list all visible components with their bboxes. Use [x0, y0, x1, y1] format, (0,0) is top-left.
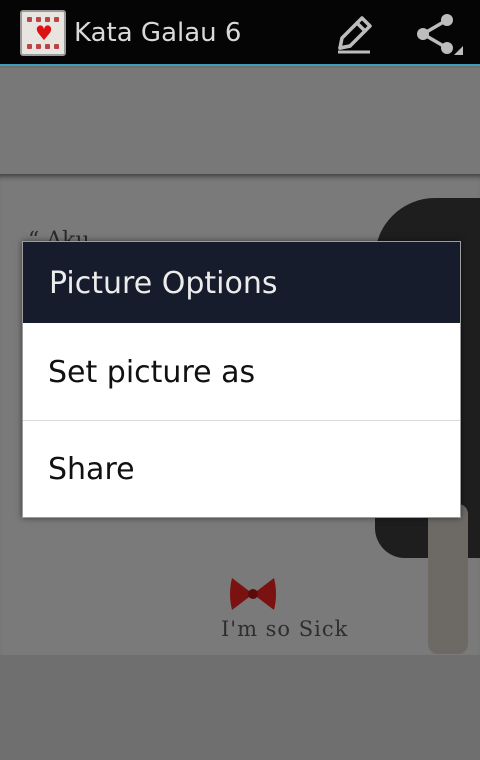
icon-decoration	[27, 17, 32, 22]
bottom-area	[0, 655, 480, 760]
screen: ♥ Kata Galau 6 I'm so Sick Picture Optio…	[0, 0, 480, 760]
icon-decoration	[54, 44, 59, 49]
dialog-title: Picture Options	[49, 266, 278, 301]
picture-options-dialog: Picture Options Set picture as Share	[22, 241, 461, 518]
heart-icon: ♥	[35, 21, 53, 45]
edit-button[interactable]	[326, 8, 382, 60]
bow-icon	[230, 578, 276, 610]
icon-decoration	[54, 17, 59, 22]
picture-figure-leg	[428, 504, 468, 654]
overflow-indicator-icon	[454, 46, 463, 55]
top-banner	[0, 68, 480, 174]
icon-decoration	[27, 44, 32, 49]
pencil-icon	[338, 16, 372, 54]
picture-caption: I'm so Sick	[221, 617, 349, 641]
dialog-header: Picture Options	[23, 242, 460, 323]
app-title: Kata Galau 6	[74, 18, 242, 48]
set-picture-as-option[interactable]: Set picture as	[23, 324, 460, 421]
option-label: Set picture as	[48, 355, 256, 390]
option-label: Share	[48, 452, 135, 487]
action-bar: ♥ Kata Galau 6	[0, 0, 480, 66]
share-option[interactable]: Share	[23, 421, 460, 517]
app-launcher-icon[interactable]: ♥	[20, 10, 66, 56]
